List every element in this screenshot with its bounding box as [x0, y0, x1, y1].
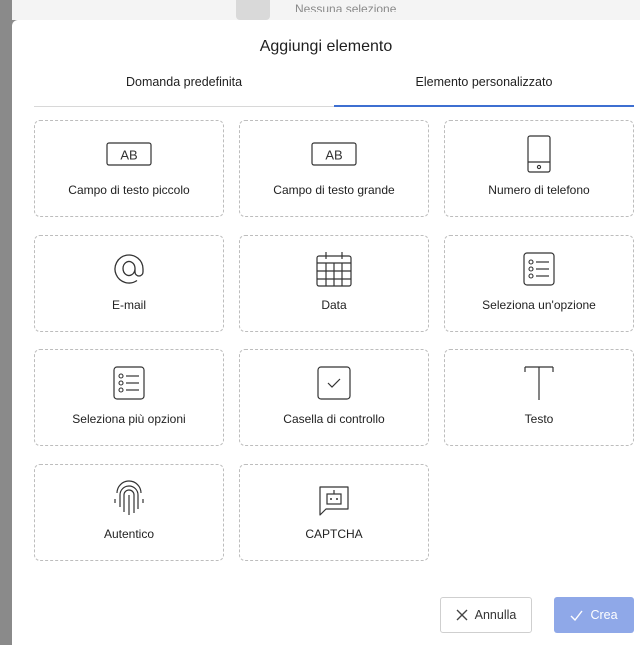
item-captcha[interactable]: CAPTCHA: [239, 464, 429, 561]
calendar-icon: [240, 248, 428, 290]
svg-text:AB: AB: [120, 148, 137, 163]
text-field-large-icon: AB: [240, 133, 428, 175]
create-button-label: Crea: [590, 608, 618, 622]
item-label: Data: [321, 298, 347, 312]
dialog-title: Aggiungi elemento: [259, 38, 393, 55]
cancel-button[interactable]: Annulla: [440, 597, 532, 633]
background-thumbnail: [236, 0, 270, 20]
item-label: Testo: [524, 412, 554, 426]
background-selection-text: Nessuna selezione: [295, 2, 397, 12]
item-label: Campo di testo piccolo: [68, 183, 190, 197]
robot-icon: [240, 477, 428, 519]
add-element-dialog: Aggiungi elemento Domanda predefinita El…: [12, 20, 640, 645]
item-date[interactable]: Data: [239, 235, 429, 332]
item-label: E-mail: [111, 298, 146, 312]
item-small-text-field[interactable]: AB Campo di testo piccolo: [34, 120, 224, 217]
item-email[interactable]: E-mail: [34, 235, 224, 332]
create-button[interactable]: Crea: [554, 597, 634, 633]
checkbox-icon: [240, 362, 428, 404]
item-checkbox[interactable]: Casella di controllo: [239, 349, 429, 446]
phone-icon: [445, 133, 633, 175]
close-icon: [456, 609, 468, 621]
single-select-list-icon: [445, 248, 633, 290]
item-single-select[interactable]: Seleziona un'opzione: [444, 235, 634, 332]
item-label: Campo di testo grande: [273, 183, 395, 197]
item-multi-select[interactable]: Seleziona più opzioni: [34, 349, 224, 446]
item-label: Casella di controllo: [283, 412, 385, 426]
item-label: Autentico: [103, 527, 155, 541]
item-text[interactable]: Testo: [444, 349, 634, 446]
item-label: Seleziona un'opzione: [482, 298, 596, 312]
background-edge: [0, 0, 12, 645]
text-cursor-icon: [445, 362, 633, 404]
item-label: Numero di telefono: [488, 183, 590, 197]
item-large-text-field[interactable]: AB Campo di testo grande: [239, 120, 429, 217]
tab-predefined-question[interactable]: Domanda predefinita: [34, 68, 334, 106]
item-label: CAPTCHA: [305, 527, 363, 541]
checkmark-icon: [570, 610, 584, 621]
multi-select-list-icon: [35, 362, 223, 404]
text-field-small-icon: AB: [35, 133, 223, 175]
fingerprint-icon: [35, 477, 223, 519]
at-sign-icon: [35, 248, 223, 290]
svg-text:AB: AB: [325, 148, 342, 163]
item-label: Seleziona più opzioni: [72, 412, 186, 426]
item-phone-number[interactable]: Numero di telefono: [444, 120, 634, 217]
cancel-button-label: Annulla: [474, 608, 517, 622]
tab-custom-element[interactable]: Elemento personalizzato: [334, 68, 634, 107]
dialog-tabs: Domanda predefinita Elemento personalizz…: [34, 68, 634, 107]
background-toolbar: Nessuna selezione: [0, 0, 640, 20]
item-authentic[interactable]: Autentico: [34, 464, 224, 561]
